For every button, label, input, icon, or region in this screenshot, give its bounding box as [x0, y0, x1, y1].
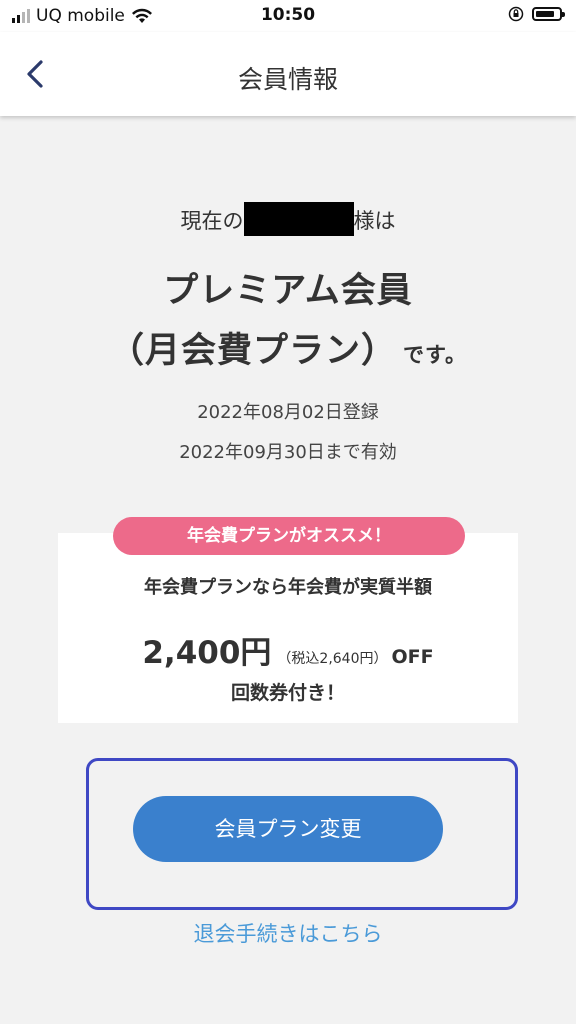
- status-time: 10:50: [260, 5, 316, 25]
- promo-amount: 2,400円: [142, 635, 272, 671]
- orientation-lock-icon: [508, 6, 524, 22]
- member-greeting: 現在の 様は: [0, 202, 576, 239]
- change-plan-button[interactable]: 会員プラン変更: [133, 796, 443, 862]
- promo-badge: 年会費プランがオススメ！: [113, 517, 465, 555]
- status-right: [508, 6, 565, 22]
- promo-extra: 回数券付き！: [230, 682, 345, 704]
- promo-description: 年会費プランなら年会費が実質半額: [144, 577, 432, 598]
- greeting-suffix: 様は: [353, 209, 396, 233]
- valid-until-date: 2022年09月30日まで有効: [179, 442, 397, 463]
- page-title: 会員情報: [237, 65, 338, 94]
- registration-date: 2022年08月02日登録: [197, 402, 379, 423]
- plan-desu: です。: [403, 343, 467, 367]
- plan-name: プレミアム会員: [163, 271, 413, 311]
- status-bar: UQ mobile 10:50: [0, 0, 576, 32]
- redacted-name: [243, 202, 354, 236]
- promo-tax-note: （税込2,640円）: [277, 651, 388, 667]
- battery-icon: [532, 7, 565, 21]
- withdraw-link[interactable]: 退会手続きはこちら: [0, 918, 576, 948]
- nav-bar: 会員情報: [0, 32, 576, 116]
- promo-price: 2,400円 （税込2,640円） OFF: [58, 627, 518, 672]
- plan-type-line: （月会費プラン） です。: [0, 322, 576, 373]
- plan-type: （月会費プラン）: [109, 331, 398, 371]
- promo-off: OFF: [391, 646, 434, 668]
- greeting-prefix: 現在の: [180, 209, 244, 233]
